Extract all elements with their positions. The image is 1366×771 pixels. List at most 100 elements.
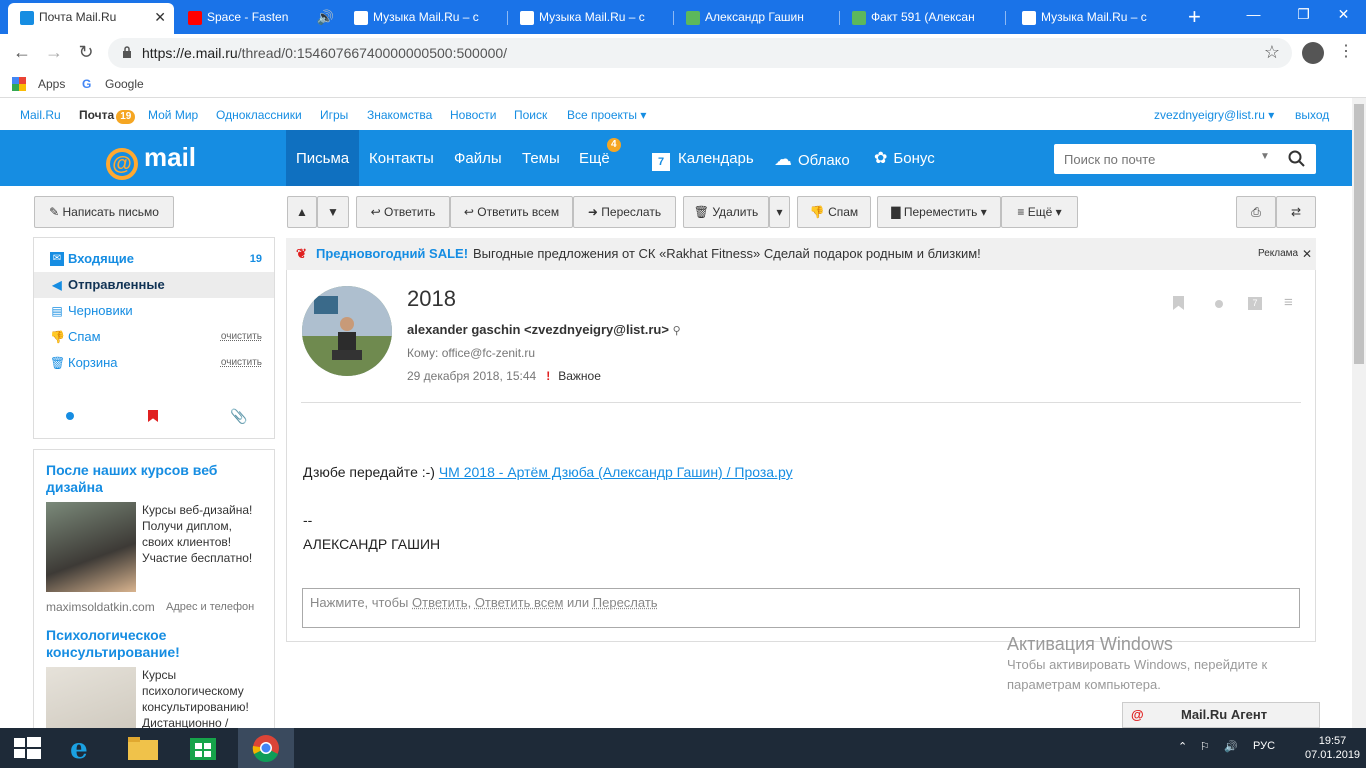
new-tab-button[interactable]: +: [1188, 4, 1201, 30]
nav-calendar[interactable]: 7 Календарь: [652, 130, 754, 186]
close-window-icon[interactable]: ✕: [1321, 0, 1366, 30]
quick-reply-box[interactable]: Нажмите, чтобы Ответить, Ответить всем и…: [302, 588, 1300, 628]
ad-text[interactable]: Курсы веб-дизайна! Получи диплом, своих …: [142, 502, 266, 566]
reply-all-button[interactable]: ↩ Ответить всем: [450, 196, 573, 228]
nav-files[interactable]: Файлы: [454, 130, 502, 186]
bookmark-star-icon[interactable]: ☆: [1264, 42, 1280, 63]
taskbar-clock[interactable]: 19:57 07.01.2019: [1305, 734, 1360, 762]
folder-trash[interactable]: 🗑 Корзина очистить: [34, 350, 274, 376]
prev-message-button[interactable]: ▲: [287, 196, 317, 228]
spam-button[interactable]: 👎 Спам: [797, 196, 871, 228]
portal-link-mailru[interactable]: Mail.Ru: [20, 108, 61, 122]
portal-link-mail[interactable]: Почта 19: [79, 108, 136, 124]
volume-icon[interactable]: 🔊: [1224, 740, 1238, 753]
forward-icon[interactable]: →: [42, 42, 66, 64]
back-icon[interactable]: ←: [10, 42, 34, 64]
tab-music-3[interactable]: Музыка Mail.Ru – с: [1010, 3, 1176, 34]
message-menu-icon[interactable]: ≡: [1284, 294, 1293, 311]
profile-avatar[interactable]: [1302, 42, 1324, 64]
tray-expand-icon[interactable]: ⌃: [1178, 740, 1187, 753]
portal-link-ok[interactable]: Одноклассники: [216, 108, 302, 122]
nav-cloud[interactable]: ☁ Облако: [774, 130, 850, 186]
tab-gashin[interactable]: Александр Гашин: [674, 3, 840, 34]
folder-drafts[interactable]: ▤ Черновики: [34, 298, 274, 324]
compose-button[interactable]: ✎ Написать письмо: [34, 196, 174, 228]
ad-title[interactable]: После наших курсов веб дизайна: [46, 462, 266, 496]
calendar-icon[interactable]: 7: [1248, 297, 1262, 310]
nav-more[interactable]: Ещё 4: [579, 130, 621, 186]
nav-contacts[interactable]: Контакты: [369, 130, 434, 186]
close-tab-icon[interactable]: ✕: [154, 3, 166, 32]
portal-link-news[interactable]: Новости: [450, 108, 496, 122]
bookmark-apps[interactable]: Apps: [38, 76, 65, 92]
search-input[interactable]: [1054, 144, 1254, 174]
quick-forward-link[interactable]: Переслать: [593, 595, 658, 610]
message-from[interactable]: alexander gaschin <zvezdnyeigry@list.ru>…: [407, 322, 681, 337]
ad-text[interactable]: Курсы психологическому консультированию!…: [142, 667, 266, 731]
folder-inbox[interactable]: ✉ Входящие 19: [34, 246, 274, 272]
tab-music-1[interactable]: Музыка Mail.Ru – с: [342, 3, 508, 34]
attachment-filter-icon[interactable]: 📎: [230, 408, 247, 425]
quick-reply-all-link[interactable]: Ответить всем: [475, 595, 564, 610]
file-explorer-icon[interactable]: [116, 728, 172, 768]
windows-start-icon[interactable]: [0, 728, 56, 768]
ad-address-link[interactable]: Адрес и телефон: [166, 601, 254, 613]
chrome-icon[interactable]: [238, 728, 294, 768]
reply-button[interactable]: ↩ Ответить: [356, 196, 450, 228]
portal-link-search[interactable]: Поиск: [514, 108, 547, 122]
folder-sent[interactable]: ◀ Отправленные: [34, 272, 274, 298]
portal-link-dating[interactable]: Знакомства: [367, 108, 432, 122]
logout-link[interactable]: выход: [1295, 108, 1329, 122]
promo-banner[interactable]: ❦ Предновогодний SALE! Выгодные предложе…: [286, 238, 1316, 270]
tab-music-2[interactable]: Музыка Mail.Ru – с: [508, 3, 674, 34]
search-icon[interactable]: [1288, 150, 1306, 168]
chevron-down-icon[interactable]: ▼: [1260, 151, 1270, 162]
body-link[interactable]: ЧМ 2018 - Артём Дзюба (Александр Гашин) …: [439, 464, 793, 480]
portal-link-mymir[interactable]: Мой Мир: [148, 108, 198, 122]
ad-image[interactable]: [46, 502, 136, 592]
forward-button[interactable]: ➜ Переслать: [573, 196, 676, 228]
bookmark-google[interactable]: Google: [105, 76, 144, 92]
more-button[interactable]: ≡ Ещё ▾: [1001, 196, 1078, 228]
print-icon[interactable]: ⎙: [1236, 196, 1276, 228]
flag-icon[interactable]: [1173, 296, 1184, 310]
apps-icon[interactable]: [12, 77, 26, 91]
minimize-icon[interactable]: —: [1231, 0, 1276, 30]
browser-menu-icon[interactable]: ⋮: [1338, 42, 1354, 62]
delete-dropdown-button[interactable]: ▾: [769, 196, 790, 228]
quick-reply-link[interactable]: Ответить: [412, 595, 468, 610]
tab-fact[interactable]: Факт 591 (Алексан: [840, 3, 1006, 34]
tab-space[interactable]: Space - Fasten 🔊: [176, 3, 342, 34]
tab-mail[interactable]: Почта Mail.Ru ✕: [8, 3, 174, 34]
portal-link-all-projects[interactable]: Все проекты ▾: [567, 108, 646, 122]
scrollbar-thumb[interactable]: [1354, 104, 1364, 364]
nav-themes[interactable]: Темы: [522, 130, 560, 186]
folder-spam[interactable]: 👎 Спам очистить: [34, 324, 274, 350]
flag-filter-icon[interactable]: [148, 410, 158, 422]
nav-bonus[interactable]: ✿ Бонус: [874, 130, 935, 186]
delete-button[interactable]: 🗑 Удалить: [683, 196, 769, 228]
ie-icon[interactable]: e: [56, 728, 112, 768]
move-button[interactable]: ▇ Переместить ▾: [877, 196, 1001, 228]
portal-link-games[interactable]: Игры: [320, 108, 348, 122]
translate-icon[interactable]: ⇄: [1276, 196, 1316, 228]
unread-filter-icon[interactable]: [66, 412, 74, 420]
clear-spam-link[interactable]: очистить: [221, 324, 262, 350]
restore-icon[interactable]: ❐: [1281, 0, 1326, 30]
mail-agent-widget[interactable]: @ Mail.Ru Агент: [1122, 702, 1320, 728]
ad-title[interactable]: Психологическое консультирование!: [46, 627, 266, 661]
search-icon[interactable]: ⚲: [673, 325, 681, 337]
network-icon[interactable]: ⚐: [1200, 740, 1210, 753]
user-menu[interactable]: zvezdnyeigry@list.ru ▾: [1154, 108, 1274, 122]
nav-letters[interactable]: Письма: [286, 130, 360, 186]
mail-logo[interactable]: @ mail: [106, 142, 196, 180]
read-status-icon[interactable]: [1215, 300, 1223, 308]
clear-trash-link[interactable]: очистить: [221, 350, 262, 376]
store-icon[interactable]: [176, 728, 232, 768]
language-indicator[interactable]: РУС: [1253, 740, 1275, 752]
audio-icon[interactable]: 🔊: [317, 3, 334, 32]
address-bar[interactable]: https://e.mail.ru/thread/0:1546076674000…: [108, 38, 1292, 68]
close-banner-icon[interactable]: ✕: [1302, 238, 1312, 270]
next-message-button[interactable]: ▼: [317, 196, 349, 228]
page-scrollbar[interactable]: [1352, 98, 1366, 728]
